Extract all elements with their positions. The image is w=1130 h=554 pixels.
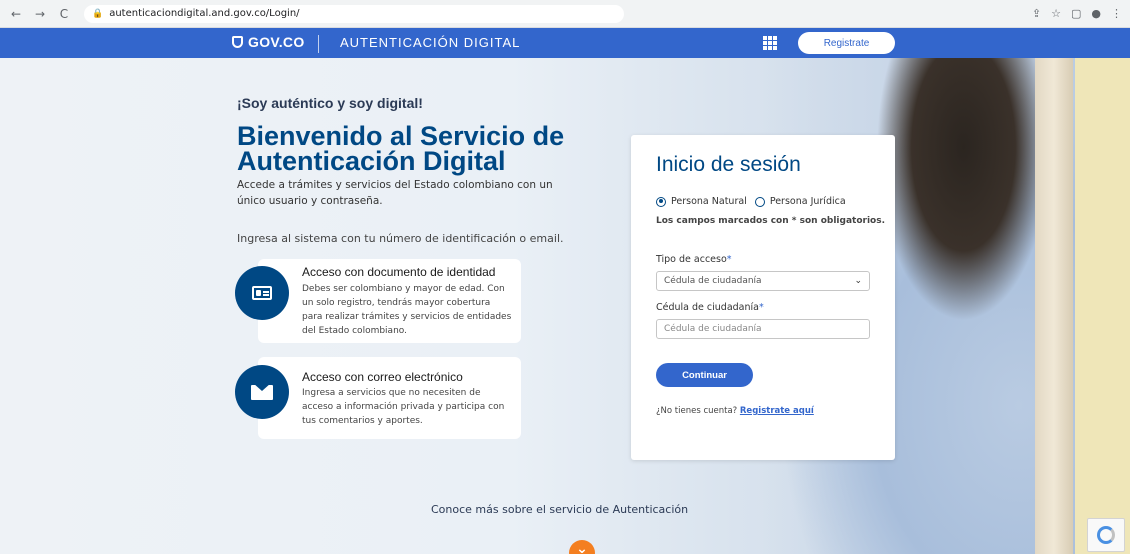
apps-grid-icon[interactable]: [763, 36, 777, 50]
lock-icon: 🔒: [92, 8, 104, 19]
chevron-down-icon: ⌄: [854, 276, 862, 286]
site-title: AUTENTICACIÓN DIGITAL: [340, 35, 521, 50]
id-card-icon: [252, 286, 272, 300]
sidepanel-icon[interactable]: ▢: [1071, 7, 1081, 20]
reload-icon[interactable]: C: [56, 6, 72, 22]
cedula-input[interactable]: Cédula de ciudadanía: [656, 319, 870, 339]
page-title: Bienvenido al Servicio de Autenticación …: [237, 121, 565, 176]
access-card-email-desc: Ingresa a servicios que no necesiten de …: [302, 388, 505, 426]
url-text: autenticaciondigital.and.gov.co/Login/: [109, 8, 300, 19]
back-icon[interactable]: ←: [8, 6, 24, 22]
recaptcha-badge[interactable]: [1087, 518, 1125, 552]
gov-header: GOV.CO AUTENTICACIÓN DIGITAL Registrate: [0, 28, 1130, 58]
tipo-acceso-value: Cédula de ciudadanía: [664, 276, 762, 286]
recaptcha-icon: [1097, 526, 1115, 544]
star-icon[interactable]: ☆: [1051, 7, 1061, 20]
access-card-document-desc: Debes ser colombiano y mayor de edad. Co…: [302, 284, 512, 336]
login-panel: Inicio de sesión Persona Natural Persona…: [631, 135, 895, 460]
required-note: Los campos marcados con * son obligatori…: [656, 216, 885, 226]
hero-photo-pole: [1035, 58, 1073, 554]
forward-icon[interactable]: →: [32, 6, 48, 22]
browser-actions: ⇪ ☆ ▢ ● ⋮: [1032, 7, 1122, 20]
cedula-label: Cédula de ciudadanía*: [656, 302, 764, 313]
cedula-placeholder: Cédula de ciudadanía: [664, 324, 762, 334]
login-title: Inicio de sesión: [656, 153, 801, 176]
required-asterisk: *: [726, 254, 732, 265]
profile-icon[interactable]: ●: [1091, 7, 1101, 20]
tagline: ¡Soy auténtico y soy digital!: [237, 95, 423, 111]
gov-logo-text: GOV.CO: [248, 34, 305, 50]
access-card-email-title: Acceso con correo electrónico: [302, 370, 463, 384]
instruction-text: Ingresa al sistema con tu número de iden…: [237, 232, 564, 245]
required-asterisk: *: [758, 302, 764, 313]
access-card-email-badge: [235, 365, 289, 419]
register-link[interactable]: Registrate aquí: [740, 406, 814, 416]
learn-more-text: Conoce más sobre el servicio de Autentic…: [431, 503, 689, 516]
gov-logo[interactable]: GOV.CO: [232, 34, 305, 50]
access-card-document-badge: [235, 266, 289, 320]
person-type-radios: Persona Natural Persona Jurídica: [656, 196, 846, 207]
continue-button[interactable]: Continuar: [656, 363, 753, 387]
address-bar[interactable]: 🔒 autenticaciondigital.and.gov.co/Login/: [84, 4, 624, 23]
mail-icon: [251, 382, 273, 400]
header-divider: [318, 35, 319, 53]
menu-icon[interactable]: ⋮: [1111, 7, 1122, 20]
no-account-question: ¿No tienes cuenta?: [656, 406, 738, 416]
intro-text: Accede a trámites y servicios del Estado…: [237, 179, 553, 207]
radio-persona-juridica-label[interactable]: Persona Jurídica: [770, 196, 846, 207]
browser-toolbar: ← → C 🔒 autenticaciondigital.and.gov.co/…: [0, 0, 1130, 28]
radio-persona-natural-label[interactable]: Persona Natural: [671, 196, 747, 207]
radio-persona-juridica[interactable]: [754, 196, 765, 207]
tipo-acceso-select[interactable]: Cédula de ciudadanía ⌄: [656, 271, 870, 291]
no-account-text: ¿No tienes cuenta? Registrate aquí: [656, 406, 814, 416]
access-card-document-title: Acceso con documento de identidad: [302, 265, 496, 279]
share-icon[interactable]: ⇪: [1032, 7, 1041, 20]
cedula-label-text: Cédula de ciudadanía: [656, 302, 759, 313]
tipo-acceso-label-text: Tipo de acceso: [656, 254, 727, 265]
radio-persona-natural[interactable]: [656, 196, 666, 207]
hero-photo-wall: [1075, 58, 1130, 554]
tipo-acceso-label: Tipo de acceso*: [656, 254, 732, 265]
shield-icon: [232, 36, 243, 48]
register-button[interactable]: Registrate: [798, 32, 895, 54]
